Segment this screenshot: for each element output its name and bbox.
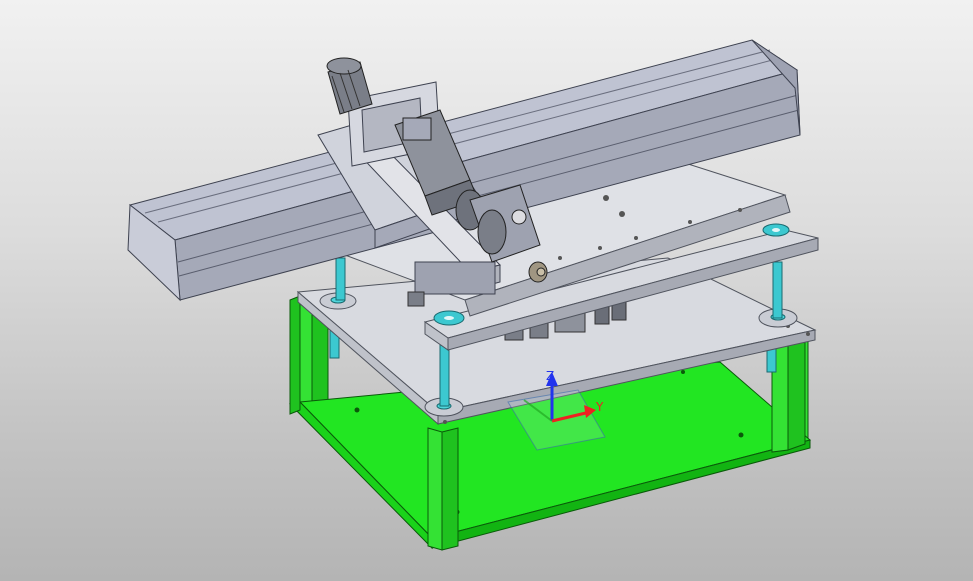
axis-z-label: Z (546, 369, 554, 383)
base-hole (681, 370, 685, 374)
base-hole (354, 407, 360, 413)
cad-viewport[interactable]: Z Y (0, 0, 973, 581)
top-motor[interactable] (326, 57, 373, 115)
base-hole (738, 432, 744, 438)
cad-model-view[interactable]: Z Y (0, 0, 973, 581)
axis-y-label: Y (595, 400, 604, 414)
